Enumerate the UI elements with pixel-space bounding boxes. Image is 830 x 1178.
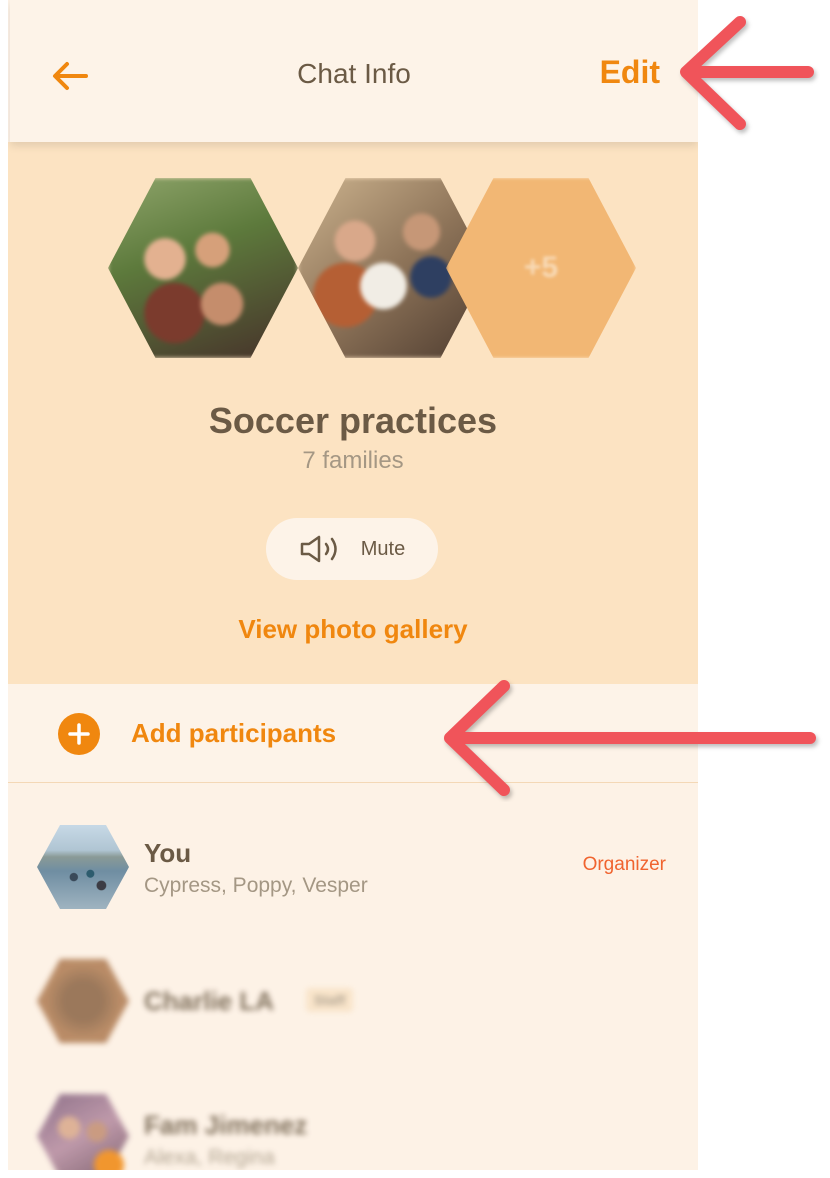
view-photo-gallery-link[interactable]: View photo gallery — [8, 614, 698, 645]
mute-label: Mute — [360, 537, 406, 560]
participant-children: Alexa, Regina — [144, 1146, 275, 1169]
add-participants-label: Add participants — [131, 718, 337, 748]
mute-button[interactable]: Mute — [266, 518, 438, 580]
group-name: Soccer practices — [208, 400, 498, 441]
edit-button[interactable]: Edit — [600, 54, 660, 91]
participant-name: Charlie LA — [144, 986, 275, 1016]
plus-circle-icon — [58, 713, 100, 755]
more-families-count: +5 — [523, 251, 559, 284]
organizer-badge: Organizer — [582, 854, 666, 875]
annotation-arrow-add-participants-icon — [444, 680, 816, 796]
more-families-badge: +5 — [446, 178, 636, 358]
participant-children: Cypress, Poppy, Vesper — [144, 874, 368, 897]
annotation-arrow-edit-icon — [680, 16, 814, 130]
participant-row-you[interactable]: You Cypress, Poppy, Vesper Organizer — [8, 812, 698, 922]
staff-tag: Staff — [306, 988, 354, 1012]
chat-info-screen: Chat Info Edit +5 Soccer practices 7 fam… — [8, 0, 698, 1170]
avatar — [37, 959, 129, 1043]
participant-row-jimenez[interactable]: Fam Jimenez Alexa, Regina — [8, 1084, 698, 1170]
page-title: Chat Info — [297, 58, 411, 89]
avatar — [37, 825, 129, 909]
participant-name: You — [144, 838, 192, 868]
group-summary: +5 Soccer practices 7 families Mute View… — [8, 142, 698, 684]
group-family-count: 7 families — [302, 447, 404, 474]
participant-name: Fam Jimenez — [144, 1110, 308, 1140]
header-bar: Chat Info Edit — [10, 0, 698, 142]
family-photo-1 — [108, 178, 298, 358]
participant-row-charlie[interactable]: Charlie LA Staff — [8, 946, 698, 1056]
speaker-icon — [300, 535, 337, 563]
